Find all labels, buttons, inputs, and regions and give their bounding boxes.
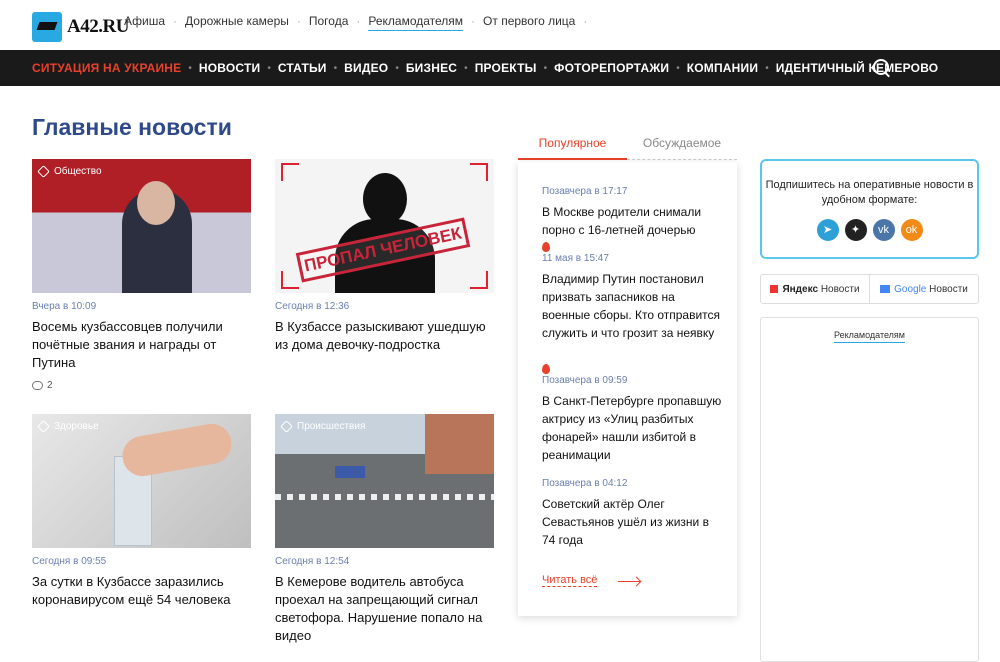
- category-tag[interactable]: Общество: [37, 165, 102, 178]
- subscribe-box: Подпишитесь на оперативные новости в удо…: [760, 159, 979, 259]
- tag-icon: [37, 165, 50, 178]
- comments-number: 2: [47, 380, 53, 391]
- google-brand: Google: [894, 283, 927, 295]
- news-time: Сегодня в 12:36: [275, 301, 350, 312]
- tag-label: Общество: [54, 166, 102, 177]
- building-shape: [425, 414, 494, 474]
- main-nav: СИТУАЦИЯ НА УКРАИНЕ • НОВОСТИ • СТАТЬИ • ВИ…: [0, 50, 1000, 86]
- toplink-weather[interactable]: Погода: [309, 14, 349, 31]
- tab-discussed[interactable]: Обсуждаемое: [627, 136, 737, 160]
- tag-icon: [37, 420, 50, 433]
- odnoklassniki-icon[interactable]: ok: [900, 219, 923, 241]
- category-tag[interactable]: Происшествия: [280, 420, 366, 433]
- nav-articles[interactable]: СТАТЬИ: [278, 61, 327, 75]
- yandex-label: Новости: [820, 283, 860, 295]
- google-news-button[interactable]: Google Новости: [869, 275, 978, 303]
- news-card[interactable]: ПРОПАЛ ЧЕЛОВЕК Сегодня в 12:36 В Кузбасс…: [275, 159, 494, 354]
- subscribe-text: Подпишитесь на оперативные новости в удо…: [765, 179, 974, 206]
- frame-corner: [281, 271, 299, 289]
- search-icon[interactable]: [873, 59, 891, 77]
- popular-time: Позавчера в 09:59: [542, 375, 628, 386]
- toplink-road-cameras[interactable]: Дорожные камеры: [185, 14, 289, 31]
- crosswalk: [275, 494, 494, 500]
- ad-label-text: Рекламодателям: [833, 330, 905, 343]
- tag-label: Здоровье: [54, 421, 99, 432]
- news-time: Вчера в 10:09: [32, 301, 97, 312]
- nav-video[interactable]: ВИДЕО: [344, 61, 388, 75]
- toplink-first-person[interactable]: От первого лица: [483, 14, 575, 31]
- fire-icon: [542, 242, 550, 252]
- frame-corner: [281, 163, 299, 181]
- face-shape: [137, 181, 175, 225]
- ad-label[interactable]: Рекламодателям: [761, 330, 978, 343]
- toplink-advertisers[interactable]: Рекламодателям: [368, 14, 464, 31]
- news-title[interactable]: В Кузбассе разыскивают ушедшую из дома д…: [275, 318, 494, 354]
- comments-count[interactable]: 2: [32, 380, 251, 391]
- popular-item[interactable]: Позавчера в 17:17 В Москве родители сним…: [542, 186, 722, 239]
- comment-icon: [32, 381, 43, 390]
- yandex-news-button[interactable]: Яндекс Новости: [761, 275, 869, 303]
- frame-corner: [470, 271, 488, 289]
- nav-business[interactable]: БИЗНЕС: [406, 61, 457, 75]
- toplink-afisha[interactable]: Афиша: [124, 14, 165, 31]
- tag-icon: [280, 420, 293, 433]
- nav-news[interactable]: НОВОСТИ: [199, 61, 260, 75]
- news-aggregators: Яндекс Новости Google Новости: [760, 274, 979, 304]
- popular-title[interactable]: В Москве родители снимали порно с 16-лет…: [542, 203, 722, 239]
- popular-item[interactable]: 11 мая в 15:47 Владимир Путин постановил…: [542, 253, 722, 342]
- nav-ukraine[interactable]: СИТУАЦИЯ НА УКРАИНЕ: [32, 61, 181, 75]
- logo-text: А42.RU: [67, 16, 129, 37]
- zen-icon[interactable]: ✦: [844, 219, 867, 241]
- frame-corner: [470, 163, 488, 181]
- arrow-right-icon[interactable]: [618, 581, 640, 582]
- telegram-icon[interactable]: ➤: [816, 219, 839, 241]
- top-bar: А42.RU Афиша · Дорожные камеры · Погода · Р…: [0, 0, 1000, 50]
- fire-icon: [542, 364, 550, 374]
- news-title[interactable]: Восемь кузбассовцев получили почётные зв…: [32, 318, 251, 372]
- news-card[interactable]: Происшествия Сегодня в 12:54 В Кемерове …: [275, 414, 494, 645]
- tab-popular[interactable]: Популярное: [518, 136, 627, 160]
- yandex-news-icon: [770, 285, 779, 293]
- news-time: Сегодня в 09:55: [32, 556, 107, 567]
- popular-time: Позавчера в 17:17: [542, 186, 628, 197]
- head-silhouette: [363, 173, 407, 225]
- top-links: Афиша · Дорожные камеры · Погода · Рекламод…: [124, 14, 595, 31]
- news-image[interactable]: Здоровье: [32, 414, 251, 548]
- read-all-link[interactable]: Читать всё: [542, 574, 598, 587]
- news-image[interactable]: Происшествия: [275, 414, 494, 548]
- category-tag[interactable]: Здоровье: [37, 420, 99, 433]
- site-logo[interactable]: А42.RU: [32, 12, 129, 42]
- subscribe-icons: ➤ ✦ vk ok: [762, 219, 977, 241]
- nav-photoreports[interactable]: ФОТОРЕПОРТАЖИ: [554, 61, 669, 75]
- news-title[interactable]: За сутки в Кузбассе заразились коронавир…: [32, 573, 251, 609]
- popular-item[interactable]: Позавчера в 09:59 В Санкт-Петербурге про…: [542, 375, 722, 464]
- news-image[interactable]: ПРОПАЛ ЧЕЛОВЕК: [275, 159, 494, 293]
- google-news-icon: [880, 285, 891, 293]
- news-card[interactable]: Общество Вчера в 10:09 Восемь кузбассовц…: [32, 159, 251, 391]
- news-title[interactable]: В Кемерове водитель автобуса проехал на …: [275, 573, 494, 645]
- nav-identical-kemerovo[interactable]: ИДЕНТИЧНЫЙ КЕМЕРОВО: [776, 61, 939, 75]
- vk-icon[interactable]: vk: [872, 219, 895, 241]
- hand-shape: [119, 420, 235, 480]
- tag-label: Происшествия: [297, 421, 366, 432]
- popular-title[interactable]: Советский актёр Олег Севастьянов ушёл из…: [542, 495, 722, 549]
- google-label: Новости: [929, 283, 968, 295]
- nav-companies[interactable]: КОМПАНИИ: [687, 61, 758, 75]
- popular-list: Позавчера в 17:17 В Москве родители сним…: [518, 162, 737, 616]
- logo-mark-icon: [32, 12, 62, 42]
- news-card[interactable]: Здоровье Сегодня в 09:55 За сутки в Кузб…: [32, 414, 251, 609]
- news-image[interactable]: Общество: [32, 159, 251, 293]
- popular-tabs: Популярное Обсуждаемое: [518, 136, 737, 160]
- popular-item[interactable]: Позавчера в 04:12 Советский актёр Олег С…: [542, 478, 722, 549]
- nav-projects[interactable]: ПРОЕКТЫ: [475, 61, 537, 75]
- popular-time: Позавчера в 04:12: [542, 478, 628, 489]
- popular-title[interactable]: Владимир Путин постановил призвать запас…: [542, 270, 722, 342]
- news-time: Сегодня в 12:54: [275, 556, 350, 567]
- page-title: Главные новости: [32, 114, 232, 140]
- popular-title[interactable]: В Санкт-Петербурге пропавшую актрису из …: [542, 392, 722, 464]
- ad-box: Рекламодателям: [760, 317, 979, 662]
- bus-shape: [335, 466, 365, 478]
- popular-time: 11 мая в 15:47: [542, 253, 609, 264]
- yandex-brand: Яндекс: [782, 283, 819, 295]
